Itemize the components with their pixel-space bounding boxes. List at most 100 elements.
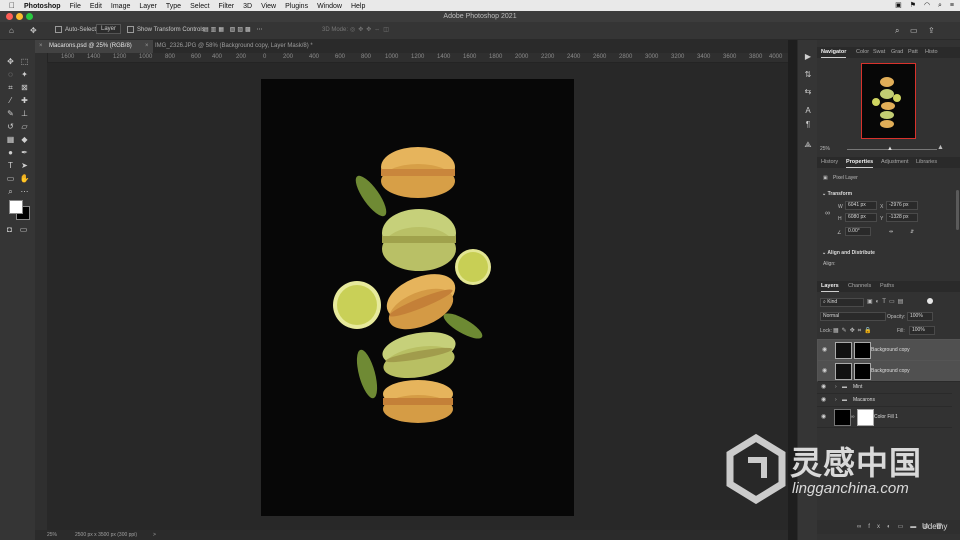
- tab-gradients[interactable]: Grad: [891, 47, 903, 58]
- tab-adjustments[interactable]: Adjustment: [881, 157, 909, 168]
- layer-row[interactable]: ◉ ∞ Color Fill 1: [817, 407, 952, 428]
- layer-group-row[interactable]: ◉ › ▬ Macarons: [817, 394, 952, 407]
- chevron-right-icon[interactable]: ›: [835, 384, 837, 390]
- width-field[interactable]: 6041 px: [845, 201, 877, 210]
- tab-img-2326[interactable]: × IMG_2326.JPG @ 58% (Background copy, La…: [141, 40, 365, 53]
- lock-icons[interactable]: ▦✎✥⌗🔒: [833, 327, 875, 335]
- tab-macarons[interactable]: × Macarons.psd @ 25% (RGB/8): [35, 40, 153, 53]
- blur-tool-icon[interactable]: ◆: [19, 134, 30, 145]
- 3d-icon[interactable]: ⟁: [803, 140, 813, 150]
- dodge-tool-icon[interactable]: ●: [5, 147, 16, 158]
- tab-libraries[interactable]: Libraries: [916, 157, 937, 168]
- status-arrow-icon[interactable]: >: [153, 530, 156, 540]
- foreground-color-swatch[interactable]: [9, 200, 23, 214]
- frame-tool-icon[interactable]: ⊠: [19, 82, 30, 93]
- layer-name[interactable]: Background copy: [871, 361, 910, 381]
- layer-filter-icons[interactable]: ▣◐T▭▤: [867, 298, 906, 305]
- type-tool-icon[interactable]: T: [5, 160, 16, 171]
- layer-name[interactable]: Color Fill 1: [874, 407, 898, 427]
- horizontal-ruler[interactable]: 1600 1400 1200 1000 800 600 400 200 0 200 400 600 80…: [47, 53, 788, 63]
- tab-layers[interactable]: Layers: [821, 281, 839, 292]
- layer-group-row[interactable]: ◉ › ▬ Mint: [817, 381, 952, 394]
- move-tool-icon[interactable]: ✥: [5, 56, 16, 67]
- home-icon[interactable]: ⌂: [9, 22, 14, 39]
- quick-mask-icon[interactable]: ◘: [4, 224, 15, 235]
- eraser-tool-icon[interactable]: ▱: [19, 121, 30, 132]
- search-icon[interactable]: ⌕: [938, 0, 942, 11]
- auto-select-dropdown[interactable]: Layer: [96, 22, 122, 39]
- close-tab-icon[interactable]: ×: [145, 40, 149, 53]
- adjust-icon[interactable]: ⇅: [803, 70, 813, 80]
- properties-scrollbar[interactable]: [956, 190, 959, 230]
- tab-channels[interactable]: Channels: [848, 281, 871, 292]
- status-menu-icon[interactable]: ▣: [895, 0, 902, 11]
- share-icon[interactable]: ⇪: [928, 22, 935, 39]
- zoom-slider-handle[interactable]: ▲: [887, 146, 893, 152]
- history-brush-tool-icon[interactable]: ↺: [5, 121, 16, 132]
- crop-tool-icon[interactable]: ⌗: [5, 82, 16, 93]
- tab-histogram[interactable]: Histo: [925, 47, 938, 58]
- angle-field[interactable]: 0.00°: [845, 227, 871, 236]
- fill-field[interactable]: 100%: [909, 326, 935, 335]
- zoom-window-button[interactable]: [26, 13, 33, 20]
- character-icon[interactable]: A: [803, 106, 813, 116]
- magic-wand-tool-icon[interactable]: ✦: [19, 69, 30, 80]
- chevron-right-icon[interactable]: ›: [835, 397, 837, 403]
- flip-horizontal-icon[interactable]: ⇹: [889, 229, 893, 235]
- filter-toggle[interactable]: [927, 298, 933, 304]
- layer-row[interactable]: ◉ Background copy: [817, 360, 960, 382]
- more-tools-icon[interactable]: ⋯: [19, 186, 30, 197]
- navigator-preview[interactable]: [861, 63, 916, 139]
- flag-icon[interactable]: ⚑: [910, 0, 916, 11]
- navigator-zoom[interactable]: 25%: [820, 146, 830, 152]
- layer-filter-dropdown[interactable]: ⌕ Kind: [820, 298, 864, 307]
- layer-mask-thumbnail[interactable]: [854, 342, 871, 359]
- layer-mask-thumbnail[interactable]: [857, 409, 874, 426]
- hand-tool-icon[interactable]: ✋: [19, 173, 30, 184]
- minimize-window-button[interactable]: [16, 13, 23, 20]
- y-field[interactable]: -1328 px: [886, 213, 918, 222]
- zoom-tool-icon[interactable]: ⌕: [5, 186, 16, 197]
- align-heading[interactable]: ⌄ Align and Distribute: [822, 250, 875, 256]
- tab-swatches[interactable]: Swat: [873, 47, 885, 58]
- paragraph-icon[interactable]: ¶: [803, 120, 813, 130]
- layer-mask-thumbnail[interactable]: [854, 363, 871, 380]
- brush-tool-icon[interactable]: ✎: [5, 108, 16, 119]
- height-field[interactable]: 6080 px: [845, 213, 877, 222]
- zoom-level[interactable]: 25%: [47, 530, 57, 540]
- gradient-tool-icon[interactable]: ▦: [5, 134, 16, 145]
- path-selection-tool-icon[interactable]: ➤: [19, 160, 30, 171]
- eyedropper-tool-icon[interactable]: ⁄: [5, 95, 16, 106]
- fill-layer-thumbnail[interactable]: [834, 409, 851, 426]
- close-window-button[interactable]: [6, 13, 13, 20]
- healing-brush-tool-icon[interactable]: ✚: [19, 95, 30, 106]
- transform-icon[interactable]: ⇆: [803, 87, 813, 97]
- pen-tool-icon[interactable]: ✒: [19, 147, 30, 158]
- clone-stamp-tool-icon[interactable]: ⊥: [19, 108, 30, 119]
- visibility-eye-icon[interactable]: ◉: [821, 396, 826, 403]
- screen-mode-icon[interactable]: ▭: [18, 224, 29, 235]
- tab-navigator[interactable]: Navigator: [821, 47, 847, 58]
- move-tool-option-icon[interactable]: ✥: [30, 22, 37, 39]
- flip-vertical-icon[interactable]: ⇵: [910, 229, 914, 235]
- lasso-tool-icon[interactable]: ◌: [5, 69, 16, 80]
- visibility-eye-icon[interactable]: ◉: [821, 413, 826, 420]
- tab-history[interactable]: History: [821, 157, 838, 168]
- tab-color[interactable]: Color: [856, 47, 869, 58]
- visibility-eye-icon[interactable]: ◉: [822, 367, 827, 375]
- layer-row[interactable]: ◉ Background copy: [817, 339, 960, 361]
- document-canvas[interactable]: [261, 79, 574, 516]
- visibility-eye-icon[interactable]: ◉: [821, 383, 826, 390]
- auto-select-checkbox[interactable]: Auto-Select:: [55, 22, 98, 39]
- align-buttons[interactable]: ▤▥▦ ▧▨▩ ⋯: [203, 22, 264, 39]
- tab-patterns[interactable]: Patt: [908, 47, 918, 58]
- apple-menu-icon[interactable]: : [9, 0, 15, 11]
- opacity-field[interactable]: 100%: [907, 312, 933, 321]
- zoom-in-icon[interactable]: ▲: [937, 144, 944, 151]
- visibility-eye-icon[interactable]: ◉: [822, 346, 827, 354]
- marquee-tool-icon[interactable]: ⬚: [19, 56, 30, 67]
- control-center-icon[interactable]: ≡: [950, 0, 954, 11]
- workspace-icon[interactable]: ▭: [910, 22, 918, 39]
- play-icon[interactable]: ▶: [803, 52, 813, 62]
- search-icon[interactable]: ⌕: [895, 22, 899, 39]
